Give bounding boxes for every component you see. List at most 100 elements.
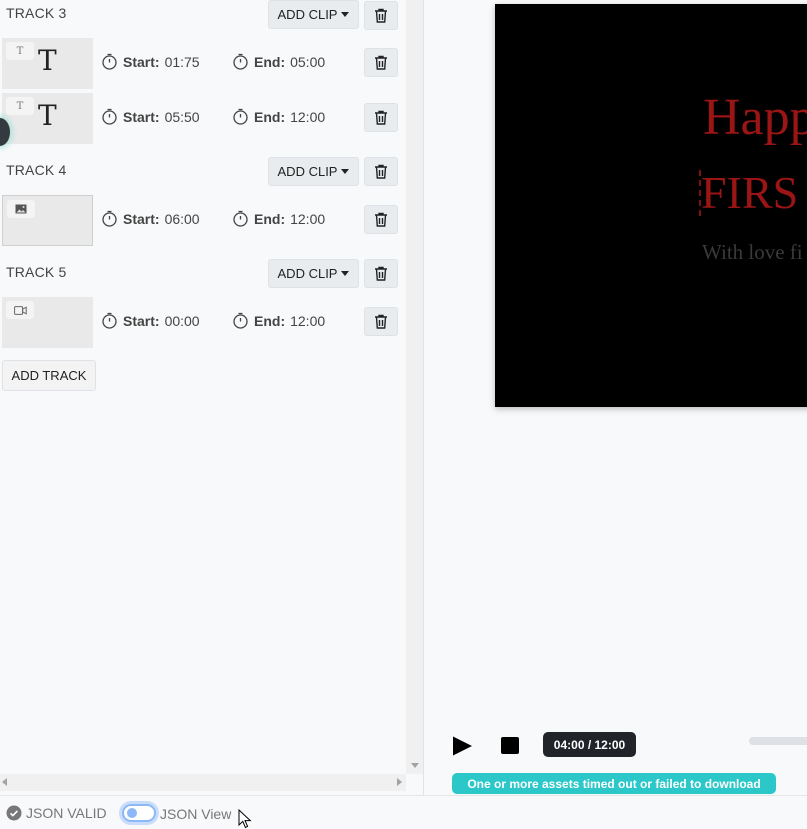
clip-end[interactable]: End: 12:00 [232,210,325,227]
end-value: 12:00 [290,312,326,329]
start-value: 05:50 [164,108,200,125]
stopwatch-icon [102,312,117,329]
end-value: 12:00 [290,108,326,125]
track-header-3: TRACK 3 ADD CLIP [0,0,400,32]
clip-thumbnail[interactable] [2,297,93,348]
trash-icon [375,8,387,23]
clip-thumbnail[interactable] [2,195,93,246]
start-label: Start: [123,53,160,70]
trash-icon [375,266,387,281]
caret-down-icon [341,169,350,174]
clip-start[interactable]: Start: 01:75 [101,53,200,70]
video-preview-canvas[interactable]: Happ FIRS With love fi [495,4,807,407]
add-clip-button[interactable]: ADD CLIP [268,157,359,186]
json-view-label[interactable]: JSON View [160,806,231,822]
mouse-pointer-icon [238,809,252,829]
end-label: End: [254,312,286,329]
clip-row[interactable]: T T Start: 05:50 End: 12:00 [0,93,400,144]
delete-track-button[interactable] [364,1,398,30]
status-bar: JSON VALID JSON View [0,795,807,829]
end-label: End: [254,210,286,227]
track-header-5: TRACK 5 ADD CLIP [0,259,400,291]
scroll-down-arrow-icon[interactable] [411,763,419,768]
clip-end[interactable]: End: 12:00 [232,108,325,125]
stopwatch-icon [102,210,117,227]
track-title: TRACK 3 [6,5,67,21]
track-title: TRACK 4 [6,162,67,178]
scroll-corner [406,774,423,791]
end-label: End: [254,53,286,70]
json-valid-label: JSON VALID [26,805,107,821]
trash-icon [375,55,387,70]
add-clip-label: ADD CLIP [277,7,338,22]
clip-start[interactable]: Start: 06:00 [101,210,200,227]
delete-track-button[interactable] [364,259,398,288]
text-type-badge: T [6,42,34,60]
stopwatch-icon [233,53,248,70]
video-type-badge [6,301,34,319]
stopwatch-icon [102,53,117,70]
trash-icon [375,164,387,179]
delete-clip-button[interactable] [364,307,398,336]
text-thumbnail-glyph: T [38,99,57,132]
start-value: 01:75 [164,53,200,70]
delete-clip-button[interactable] [364,48,398,77]
json-valid-indicator: JSON VALID [6,805,107,821]
clip-thumbnail[interactable]: T T [2,38,93,89]
clip-row[interactable]: Start: 00:00 End: 12:00 [0,297,400,348]
add-clip-label: ADD CLIP [277,164,338,179]
seek-bar[interactable] [749,737,807,745]
preview-text-line-2[interactable]: FIRS [701,166,798,219]
clip-row[interactable]: T T Start: 01:75 End: 05:00 [0,38,400,89]
caret-down-icon [341,271,350,276]
time-display: 04:00 / 12:00 [543,732,636,757]
json-view-toggle[interactable] [122,804,156,822]
trash-icon [375,212,387,227]
vertical-scrollbar[interactable] [406,0,423,774]
play-icon[interactable] [451,735,473,757]
clip-thumbnail[interactable]: T T [2,93,93,144]
horizontal-scrollbar[interactable] [0,774,406,791]
preview-text-line-3[interactable]: With love fi [702,240,803,265]
clip-end[interactable]: End: 12:00 [232,312,325,329]
stopwatch-icon [233,210,248,227]
preview-text-line-1[interactable]: Happ [703,88,807,147]
timeline-panel: TRACK 3 ADD CLIP T T Start: 01:75 End: 0… [0,0,406,774]
clip-start[interactable]: Start: 05:50 [101,108,200,125]
end-value: 05:00 [290,53,326,70]
start-label: Start: [123,210,160,227]
asset-warning-badge: One or more assets timed out or failed t… [452,773,776,794]
track-header-4: TRACK 4 ADD CLIP [0,157,400,189]
video-camera-icon [13,305,27,315]
delete-clip-button[interactable] [364,205,398,234]
clip-end[interactable]: End: 05:00 [232,53,325,70]
add-clip-button[interactable]: ADD CLIP [268,0,359,29]
add-track-button[interactable]: ADD TRACK [2,360,96,391]
check-circle-icon [6,805,22,821]
caret-down-icon [341,12,350,17]
delete-clip-button[interactable] [364,103,398,132]
delete-track-button[interactable] [364,157,398,186]
stopwatch-icon [102,108,117,125]
start-value: 00:00 [164,312,200,329]
end-label: End: [254,108,286,125]
stopwatch-icon [233,108,248,125]
track-title: TRACK 5 [6,264,67,280]
scroll-left-arrow-icon[interactable] [2,778,7,786]
text-type-badge: T [6,97,34,115]
start-label: Start: [123,108,160,125]
image-icon [15,204,27,214]
stop-icon[interactable] [501,737,519,754]
panel-divider[interactable] [423,0,424,795]
trash-icon [375,110,387,125]
clip-start[interactable]: Start: 00:00 [101,312,200,329]
scroll-right-arrow-icon[interactable] [397,778,402,786]
image-type-badge [7,200,35,218]
add-clip-button[interactable]: ADD CLIP [268,259,359,288]
start-label: Start: [123,312,160,329]
add-clip-label: ADD CLIP [277,266,338,281]
toggle-knob [127,808,137,818]
clip-row[interactable]: Start: 06:00 End: 12:00 [0,195,400,246]
start-value: 06:00 [164,210,200,227]
text-thumbnail-glyph: T [38,44,57,77]
